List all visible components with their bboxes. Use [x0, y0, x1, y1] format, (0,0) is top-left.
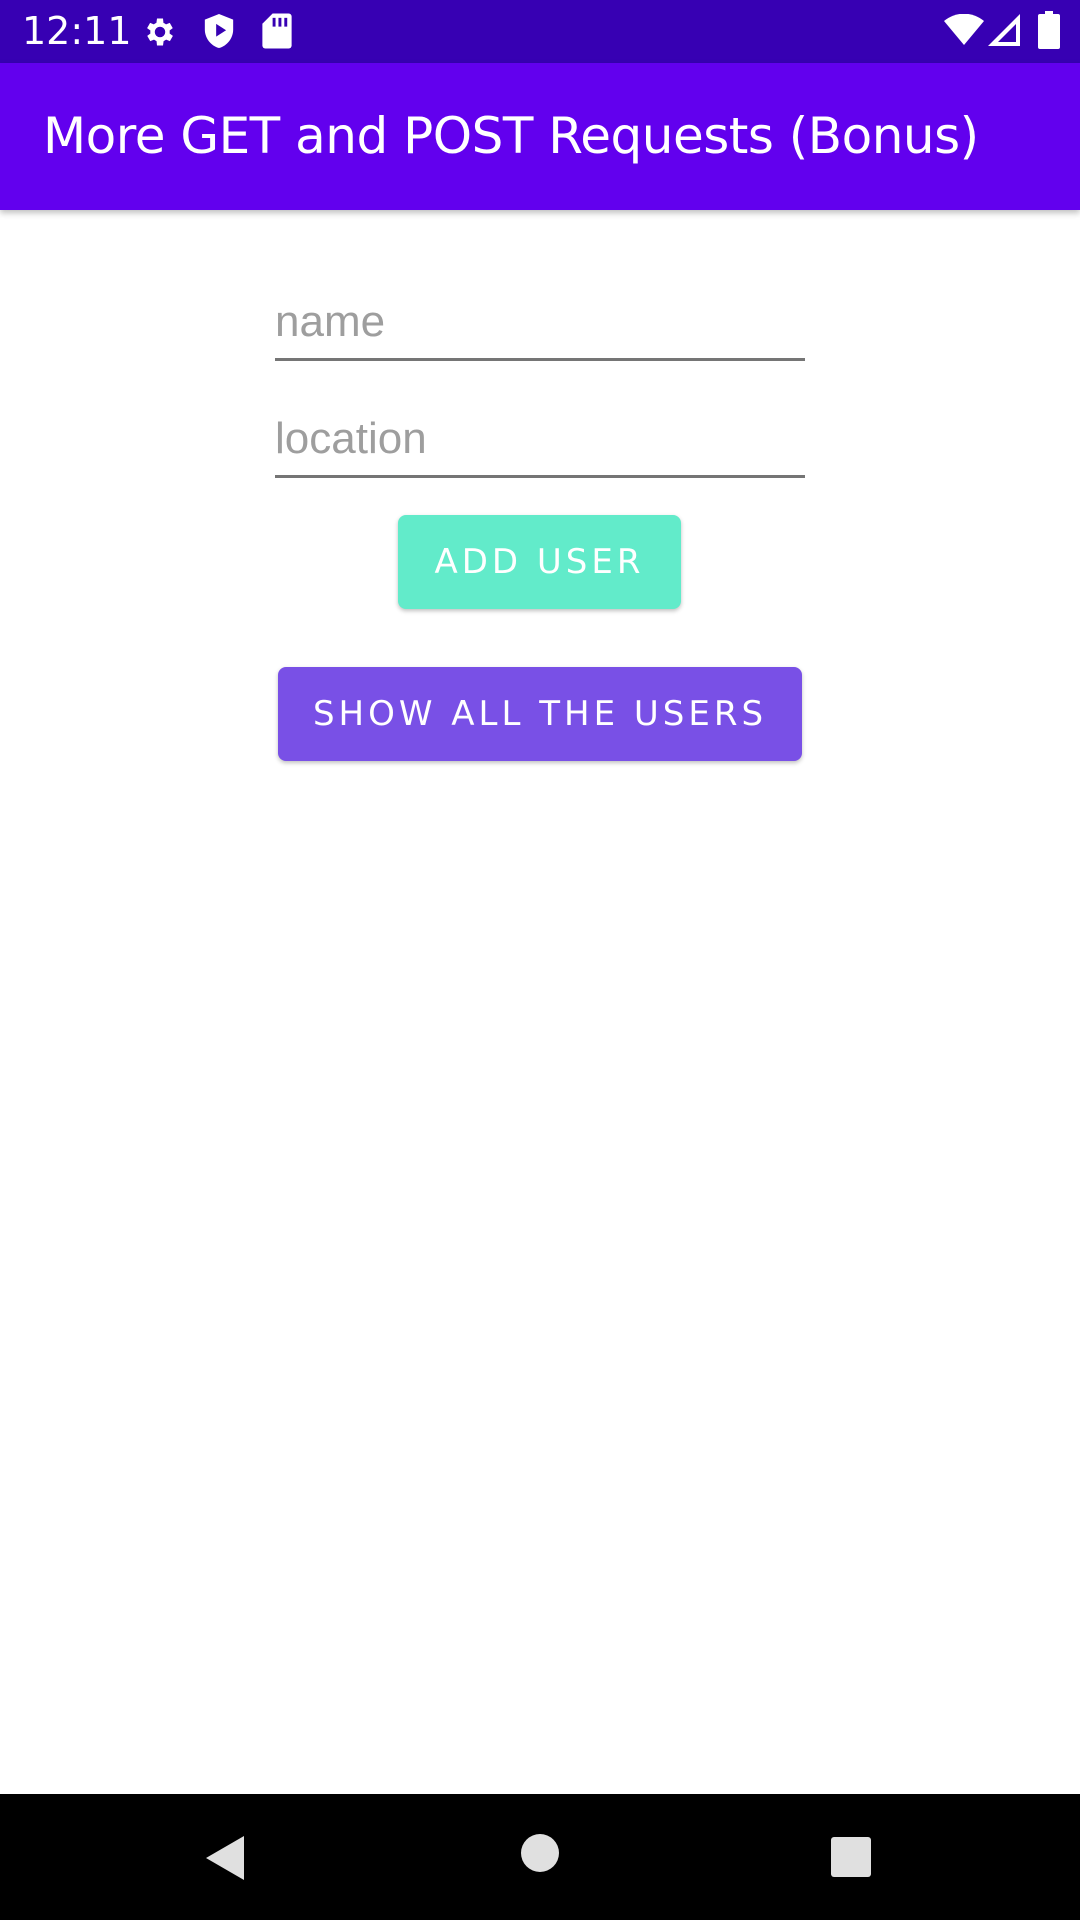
app-title: More GET and POST Requests (Bonus) — [43, 107, 979, 165]
home-icon[interactable] — [520, 1833, 560, 1873]
signal-icon — [988, 14, 1020, 46]
name-input[interactable] — [275, 285, 805, 361]
status-bar: 12:11 — [0, 0, 1080, 63]
app-bar: More GET and POST Requests (Bonus) — [0, 63, 1080, 210]
show-all-users-button[interactable]: SHOW ALL THE USERS — [278, 667, 802, 761]
back-icon[interactable] — [204, 1834, 246, 1882]
recents-icon[interactable] — [831, 1837, 871, 1877]
navigation-bar — [0, 1794, 1080, 1920]
status-time: 12:11 — [22, 9, 132, 53]
battery-icon — [1038, 11, 1060, 49]
gear-icon — [147, 18, 173, 46]
sdcard-icon — [262, 13, 292, 49]
add-user-button[interactable]: ADD USER — [398, 515, 681, 609]
app-screen: 12:11 More GET and POST Requests (Bonus)… — [0, 0, 1080, 1920]
location-input[interactable] — [275, 402, 805, 478]
wifi-icon — [944, 14, 984, 45]
shield-icon — [204, 14, 234, 48]
